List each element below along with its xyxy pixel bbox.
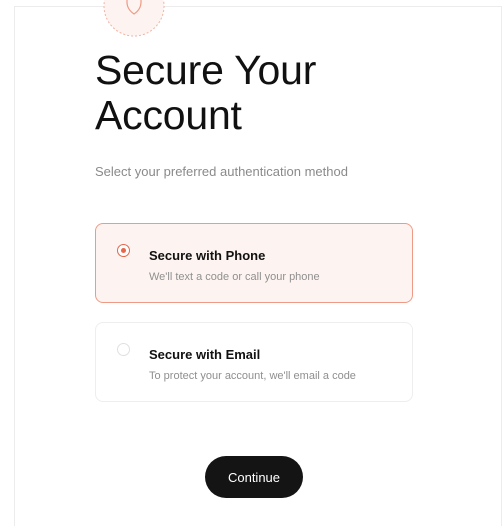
continue-button[interactable]: Continue	[205, 456, 303, 498]
title-line-1: Secure Your	[95, 47, 317, 93]
title-line-2: Account	[95, 92, 242, 138]
page-subtitle: Select your preferred authentication met…	[95, 164, 348, 179]
shield-icon	[103, 0, 165, 38]
option-phone[interactable]: Secure with Phone We'll text a code or c…	[95, 223, 413, 303]
option-phone-title: Secure with Phone	[149, 248, 266, 263]
radio-phone[interactable]	[117, 244, 130, 257]
radio-selected-dot	[120, 247, 126, 253]
option-email-title: Secure with Email	[149, 347, 261, 362]
option-phone-description: We'll text a code or call your phone	[149, 271, 320, 283]
option-email[interactable]: Secure with Email To protect your accoun…	[95, 322, 413, 402]
radio-email[interactable]	[117, 343, 130, 356]
option-email-description: To protect your account, we'll email a c…	[149, 370, 356, 382]
page-title: Secure Your Account	[95, 48, 316, 138]
